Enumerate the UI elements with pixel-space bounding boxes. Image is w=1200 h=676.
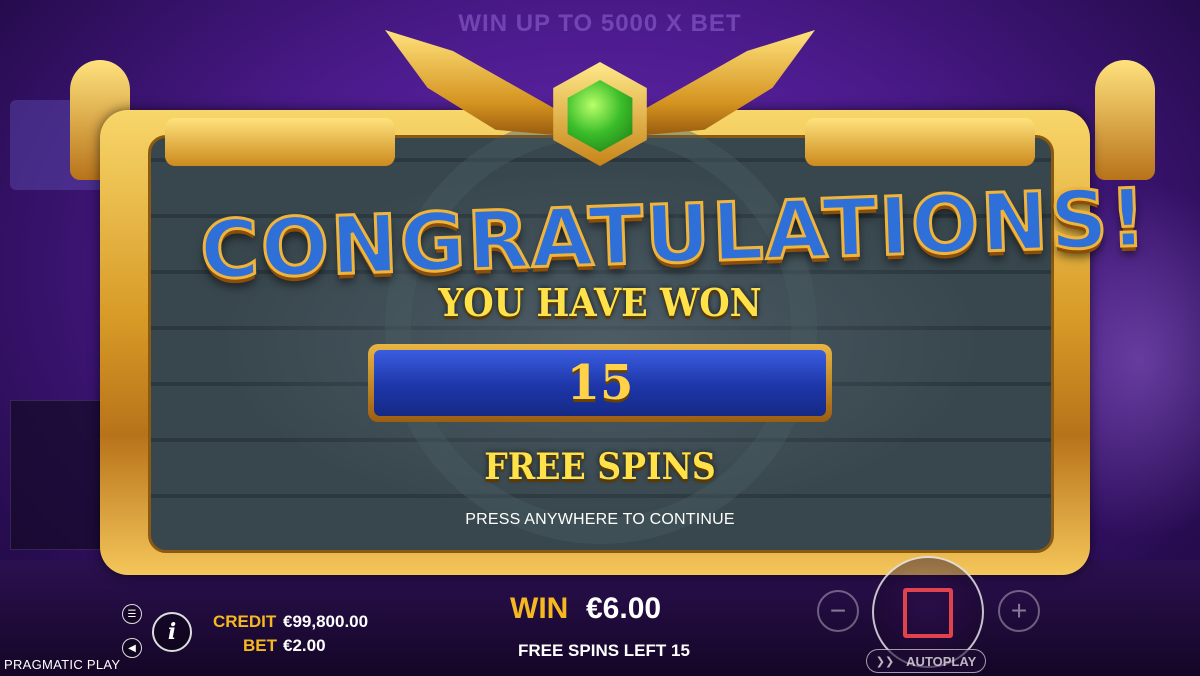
autoplay-icon: ❯❯ [875, 655, 895, 668]
menu-button[interactable]: ☰ [122, 604, 142, 624]
frame-left-scroll [165, 118, 395, 166]
bet-increase-button[interactable]: + [998, 590, 1040, 632]
sound-icon: ◀ [128, 642, 136, 654]
frame-right-ornament [1095, 60, 1155, 180]
sound-button[interactable]: ◀ [122, 638, 142, 658]
autoplay-button[interactable]: ❯❯ AUTOPLAY [866, 649, 986, 673]
info-button[interactable]: i [152, 612, 192, 652]
credit-label: CREDIT [213, 612, 277, 631]
info-icon: i [167, 619, 177, 645]
autoplay-label: AUTOPLAY [906, 653, 977, 669]
menu-icon: ☰ [127, 608, 137, 620]
bet-value: €2.00 [283, 636, 326, 655]
free-spins-count: 15 [374, 350, 826, 416]
you-have-won-text: YOU HAVE WON [438, 280, 762, 325]
bet-label: BET [243, 636, 277, 655]
win-label: WIN [510, 592, 569, 625]
credit-value: €99,800.00 [283, 612, 369, 631]
free-spins-left: FREE SPINS LEFT 15 [518, 641, 690, 660]
background-banner: WIN UP TO 5000 X BET [458, 10, 742, 37]
provider-logo: PRAGMATIC PLAY [4, 657, 121, 672]
continue-hint[interactable]: PRESS ANYWHERE TO CONTINUE [300, 511, 900, 529]
free-spins-label: FREE SPINS [484, 446, 716, 488]
bet-decrease-button[interactable]: − [817, 590, 859, 632]
stop-icon [903, 588, 953, 638]
frame-right-scroll [805, 118, 1035, 166]
free-spins-count-box: 15 [368, 344, 832, 422]
win-value: €6.00 [586, 592, 662, 625]
